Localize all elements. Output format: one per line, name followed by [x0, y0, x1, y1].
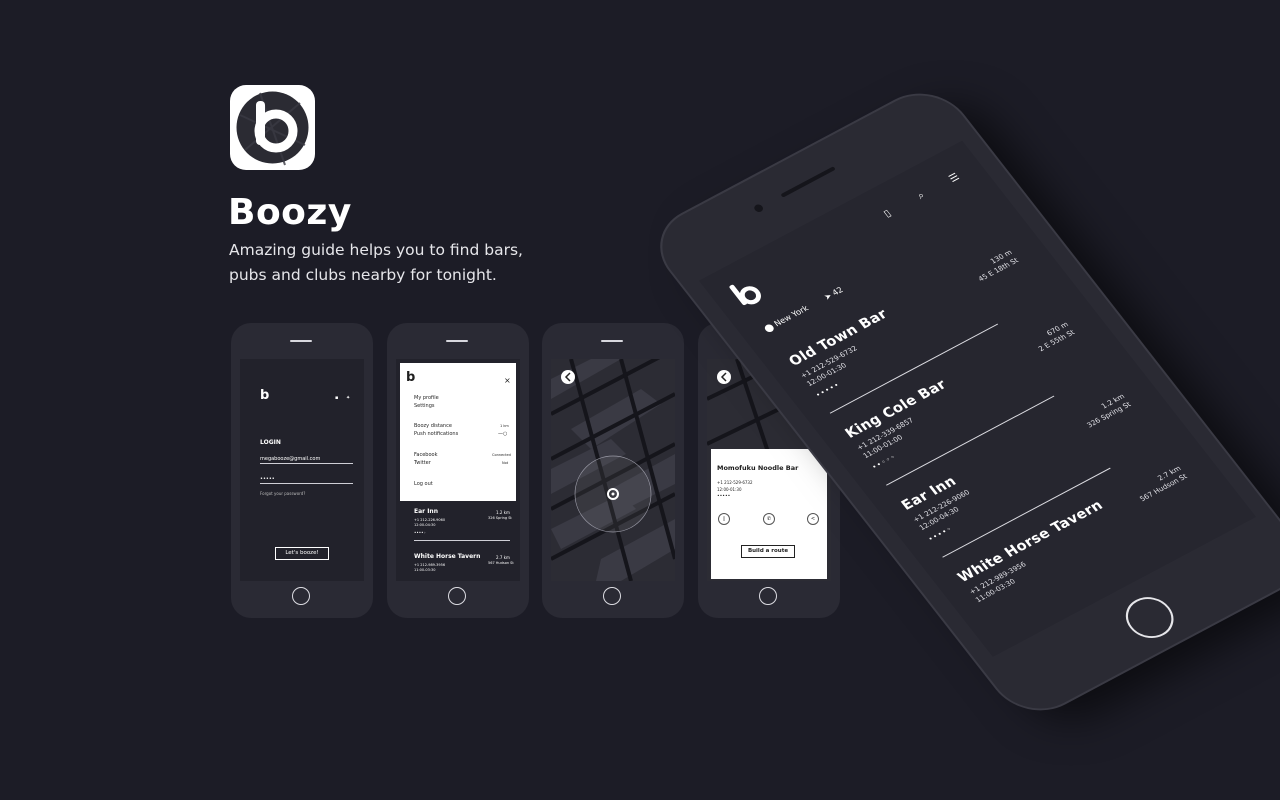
bar-rating: •••••: [717, 494, 731, 499]
facebook-status: Connected: [492, 453, 511, 457]
menu-phone: b × My profile Settings Boozy distance 1…: [387, 323, 529, 618]
twitter-icon[interactable]: ✦: [346, 395, 350, 402]
menu-item-profile[interactable]: My profile: [414, 395, 439, 402]
boozy-logo-icon: [729, 284, 761, 306]
app-icon: [230, 85, 315, 170]
list-bar-address: 326 Spring St: [488, 516, 512, 520]
login-screen: b ▪ ✦ LOGIN megabooze@gmail.com ••••• Fo…: [240, 359, 364, 581]
phone-speaker: [290, 340, 312, 342]
front-camera: [752, 203, 765, 214]
twitter-status: Not: [502, 461, 509, 465]
list-bar-name[interactable]: Ear Inn: [414, 508, 438, 515]
location-selector[interactable]: ⬤ New York: [762, 304, 810, 334]
home-button[interactable]: [1116, 589, 1183, 646]
boozy-small-logo-icon: b: [406, 370, 416, 385]
bar-hours: 12:00-01:30: [717, 487, 742, 492]
boozy-logo-icon: [236, 91, 309, 166]
phone-speaker: [601, 340, 623, 342]
phone-speaker: [446, 340, 468, 342]
divider: [414, 540, 510, 541]
menu-icon[interactable]: ☰: [947, 172, 962, 185]
nearby-count[interactable]: ➤ 42: [822, 285, 845, 301]
facebook-icon[interactable]: ▪: [335, 395, 338, 402]
menu-item-push[interactable]: Push notifications: [414, 431, 458, 438]
home-button[interactable]: [292, 587, 310, 605]
menu-item-twitter[interactable]: Twitter: [414, 460, 431, 467]
city-map[interactable]: [551, 359, 675, 581]
home-button[interactable]: [448, 587, 466, 605]
list-bar-address: 567 Hudson St: [488, 561, 514, 565]
map-screen[interactable]: [551, 359, 675, 581]
bar-name: Momofuku Noodle Bar: [717, 464, 799, 472]
map-phone: [542, 323, 684, 618]
distance-value: 1 km: [500, 424, 509, 428]
bar-detail-card: Momofuku Noodle Bar +1 212-529-6732 12:0…: [711, 449, 827, 579]
home-button[interactable]: [759, 587, 777, 605]
forgot-password-link[interactable]: Forgot your password?: [260, 490, 305, 497]
boozy-small-logo-icon: b: [260, 388, 270, 403]
search-icon[interactable]: ⌕: [915, 190, 927, 201]
push-toggle-icon[interactable]: —○: [498, 431, 507, 438]
home-button[interactable]: [603, 587, 621, 605]
location-name: New York: [772, 303, 811, 329]
close-icon[interactable]: ×: [504, 377, 511, 385]
bookmark-icon[interactable]: ▯: [718, 513, 730, 525]
login-button[interactable]: Let's booze!: [275, 547, 329, 560]
app-title: Boozy: [228, 192, 352, 233]
login-phone: b ▪ ✦ LOGIN megabooze@gmail.com ••••• Fo…: [231, 323, 373, 618]
app-tagline: Amazing guide helps you to find bars, pu…: [229, 241, 523, 284]
menu-item-distance[interactable]: Boozy distance: [414, 423, 452, 430]
side-menu: b × My profile Settings Boozy distance 1…: [400, 363, 516, 501]
login-title: LOGIN: [260, 439, 281, 446]
list-bar-hours: 12:00-04:30: [414, 523, 436, 527]
build-route-button[interactable]: Build a route: [741, 545, 795, 558]
share-icon[interactable]: <: [807, 513, 819, 525]
menu-item-settings[interactable]: Settings: [414, 403, 435, 410]
list-bar-hours: 11:00-03:30: [414, 568, 436, 572]
list-bar-name[interactable]: White Horse Tavern: [414, 553, 480, 560]
menu-item-facebook[interactable]: Facebook: [414, 452, 438, 459]
menu-item-logout[interactable]: Log out: [414, 481, 433, 488]
bar-phone[interactable]: +1 212-529-6732: [717, 479, 753, 486]
email-field[interactable]: megabooze@gmail.com: [260, 456, 353, 464]
menu-screen: b × My profile Settings Boozy distance 1…: [396, 359, 520, 581]
phone-speaker: [780, 166, 836, 198]
nearby-count-value: 42: [830, 285, 846, 298]
list-bar-rating: ••••◦: [414, 530, 426, 535]
password-field[interactable]: •••••: [260, 476, 353, 484]
bookmark-icon[interactable]: ▯: [882, 208, 894, 219]
phone-icon[interactable]: ✆: [763, 513, 775, 525]
